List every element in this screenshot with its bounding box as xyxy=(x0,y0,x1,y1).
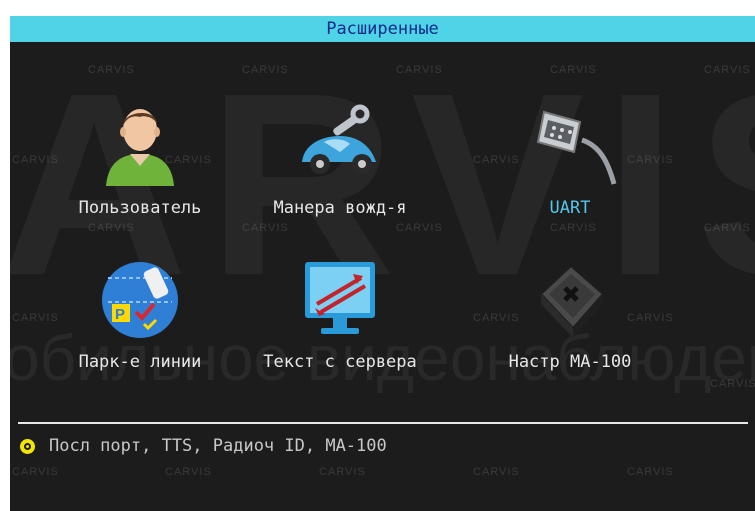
ma100-device-icon xyxy=(539,264,605,338)
menu-item-user[interactable]: Пользователь xyxy=(30,100,250,218)
watermark-small: CARVIS xyxy=(396,222,443,234)
status-text: Посл порт, TTS, Радиоч ID, MA-100 xyxy=(49,436,387,456)
menu-item-server-text[interactable]: Текст с сервера xyxy=(230,258,450,372)
page-title: Расширенные xyxy=(10,16,755,42)
watermark-small: CARVIS xyxy=(396,64,443,76)
menu-item-label: Настр MA-100 xyxy=(508,352,632,372)
watermark-small: CARVIS xyxy=(473,466,520,478)
settings-screen: ARVIS Мобильное видеонаблюдение CARVIS C… xyxy=(10,16,755,511)
watermark-small: CARVIS xyxy=(242,64,289,76)
svg-text:P: P xyxy=(115,306,125,323)
menu-item-uart[interactable]: UART xyxy=(460,100,680,218)
watermark-small: CARVIS xyxy=(319,466,366,478)
watermark-small: CARVIS xyxy=(627,466,674,478)
watermark-small: CARVIS xyxy=(88,64,135,76)
menu-item-ma100-settings[interactable]: Настр MA-100 xyxy=(460,258,680,372)
menu-item-label: UART xyxy=(549,198,591,218)
bullet-icon xyxy=(20,438,35,454)
watermark-small: CARVIS xyxy=(88,222,135,234)
watermark-small: CARVIS xyxy=(704,64,751,76)
menu-item-label: Текст с сервера xyxy=(263,352,417,372)
watermark-small: CARVIS xyxy=(704,222,751,234)
menu-item-label: Пользователь xyxy=(78,198,202,218)
menu-item-driving-style[interactable]: Манера вожд-я xyxy=(230,100,450,218)
watermark-small: CARVIS xyxy=(550,64,597,76)
driving-car-icon xyxy=(302,104,376,174)
divider xyxy=(18,422,748,424)
status-line: Посл порт, TTS, Радиоч ID, MA-100 xyxy=(20,434,387,458)
watermark-small: CARVIS xyxy=(710,378,755,390)
serial-port-icon xyxy=(536,110,617,185)
watermark-small: CARVIS xyxy=(165,466,212,478)
watermark-small: CARVIS xyxy=(550,222,597,234)
server-text-icon xyxy=(305,262,375,334)
menu-item-label: Манера вожд-я xyxy=(273,198,407,218)
menu-item-label: Парк-е линии xyxy=(78,352,202,372)
menu-item-parking-lines[interactable]: P Парк-е линии xyxy=(30,258,250,372)
user-icon xyxy=(106,109,174,186)
parking-lines-icon: P xyxy=(102,262,178,338)
watermark-small: CARVIS xyxy=(242,222,289,234)
watermark-small: CARVIS xyxy=(12,466,59,478)
